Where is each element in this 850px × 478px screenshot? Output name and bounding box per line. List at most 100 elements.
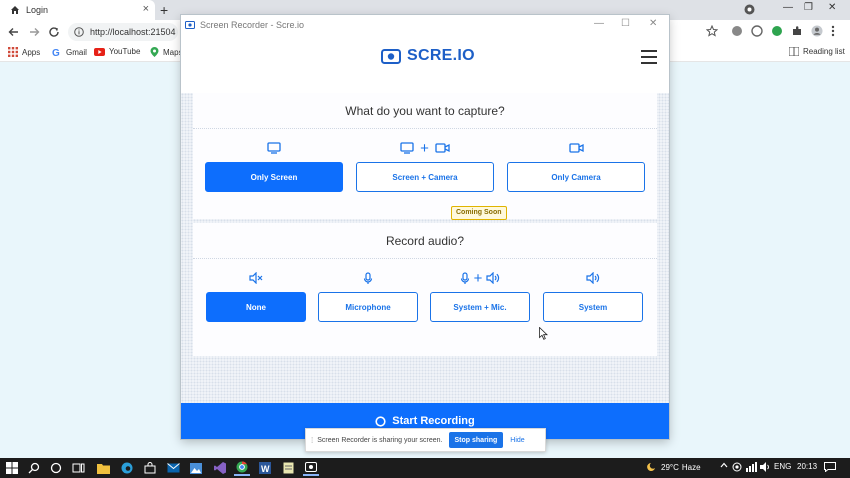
browser-restore-button[interactable]: ❐ [804,2,813,13]
forward-arrow-icon[interactable] [26,24,42,40]
tab-close-icon[interactable]: × [143,3,149,15]
coming-soon-badge: Coming Soon [451,206,507,220]
tab-title: Login [26,5,49,15]
cortana-icon[interactable] [48,460,64,476]
extension-record-icon[interactable] [744,4,755,15]
hamburger-menu-icon[interactable] [641,50,657,64]
address-bar[interactable]: http://localhost:21504 [68,23,178,41]
reading-list-icon [789,47,799,56]
capture-card: What do you want to capture? Only Screen… [193,93,657,220]
hide-sharing-bar-button[interactable]: Hide [510,437,524,444]
microphone-icon [363,271,373,285]
only-camera-button[interactable]: Only Camera [507,162,645,192]
bookmark-gmail[interactable]: G Gmail [52,47,87,58]
notifications-icon[interactable] [824,462,836,472]
apps-grid-icon [8,47,18,57]
audio-option-none: None [206,268,306,322]
visual-studio-icon[interactable] [212,460,228,476]
profile-avatar-icon[interactable] [811,25,823,37]
audio-card: Record audio? None Microphone + System +… [193,223,657,356]
new-tab-button[interactable]: + [160,0,168,20]
reading-list[interactable]: Reading list [789,47,845,56]
screen-sharing-bar: ⁞ Screen Recorder is sharing your screen… [305,428,546,452]
file-explorer-icon[interactable] [95,460,111,476]
bookmark-youtube[interactable]: YouTube [94,47,140,56]
browser-minimize-button[interactable]: — [783,2,793,13]
app-logo[interactable]: SCRE.IO [381,47,475,65]
mouse-cursor-icon [539,327,548,340]
screen-recorder-window: Screen Recorder - Scre.io — ☐ ✕ SCRE.IO … [181,15,669,439]
browser-close-button[interactable]: ✕ [828,2,836,13]
app-titlebar: Screen Recorder - Scre.io — ☐ ✕ [181,15,669,35]
word-icon[interactable]: W [257,460,273,476]
windows-taskbar: W 29°C Haze ENG 20:13 [0,458,850,478]
weather-widget[interactable]: 29°C Haze [645,462,701,472]
app-window-title: Screen Recorder - Scre.io [200,20,305,30]
reading-list-label: Reading list [803,47,845,56]
bookmark-label: Gmail [66,47,87,57]
browser-menu-icon[interactable] [831,25,835,37]
sharing-message: Screen Recorder is sharing your screen. [317,436,443,444]
weather-condition: Haze [681,462,701,472]
audio-none-button[interactable]: None [206,292,306,322]
url-text: http://localhost:21504 [90,27,176,37]
extension-globe-icon[interactable] [731,25,743,37]
app-maximize-button[interactable]: ☐ [621,18,630,29]
audio-option-system: System [543,268,643,322]
search-icon[interactable] [26,460,42,476]
reload-icon[interactable] [46,24,62,40]
app-content: What do you want to capture? Only Screen… [181,93,669,403]
app-close-button[interactable]: ✕ [649,18,657,29]
svg-text:G: G [52,48,60,57]
network-wifi-icon[interactable] [746,462,757,472]
speaker-volume-icon [486,272,500,284]
record-circle-icon [375,415,386,427]
extensions-puzzle-icon[interactable] [791,25,803,37]
clock-time[interactable]: 20:13 [797,462,817,471]
audio-option-system-mic: + System + Mic. [430,268,530,322]
audio-system-mic-button[interactable]: System + Mic. [430,292,530,322]
task-view-icon[interactable] [70,460,86,476]
stop-sharing-button[interactable]: Stop sharing [448,432,504,448]
only-screen-button[interactable]: Only Screen [205,162,343,192]
bookmark-label: YouTube [109,47,141,56]
speaker-volume-icon [586,272,600,284]
notepad-icon[interactable] [280,460,296,476]
tray-record-icon[interactable] [732,462,742,472]
edge-icon[interactable] [119,460,135,476]
microphone-icon [460,271,470,285]
capture-option-camera: Only Camera [507,138,645,192]
chrome-icon[interactable] [234,460,250,476]
capture-heading: What do you want to capture? [193,93,657,129]
bookmark-apps[interactable]: Apps [8,47,40,57]
audio-heading: Record audio? [193,223,657,259]
video-camera-icon [435,143,450,153]
photos-icon[interactable] [188,460,204,476]
screen-recorder-taskbar-icon[interactable] [303,460,319,476]
tray-up-chevron-icon[interactable] [720,462,728,468]
screen-camera-button[interactable]: Screen + Camera [356,162,494,192]
audio-microphone-button[interactable]: Microphone [318,292,418,322]
monitor-icon [267,142,281,154]
video-camera-icon [568,143,584,153]
info-icon[interactable] [74,27,84,37]
mail-icon[interactable] [165,460,181,476]
back-arrow-icon[interactable] [6,24,22,40]
drag-handle-icon[interactable]: ⁞ [311,436,313,445]
logo-text: SCRE.IO [407,47,475,64]
store-icon[interactable] [142,460,158,476]
bookmark-star-icon[interactable] [706,25,718,37]
app-minimize-button[interactable]: — [594,18,604,29]
audio-system-button[interactable]: System [543,292,643,322]
camera-record-logo-icon [381,48,401,64]
extension-green-icon[interactable] [771,25,783,37]
extension-circle-icon[interactable] [751,25,763,37]
windows-start-icon[interactable] [4,460,20,476]
gmail-icon: G [52,47,62,57]
bookmark-maps[interactable]: Maps [150,47,183,57]
volume-icon[interactable] [760,462,771,472]
start-recording-label: Start Recording [392,415,475,427]
youtube-icon [94,47,105,56]
input-language[interactable]: ENG [774,462,791,471]
browser-tab-login[interactable]: Login × [0,0,155,20]
